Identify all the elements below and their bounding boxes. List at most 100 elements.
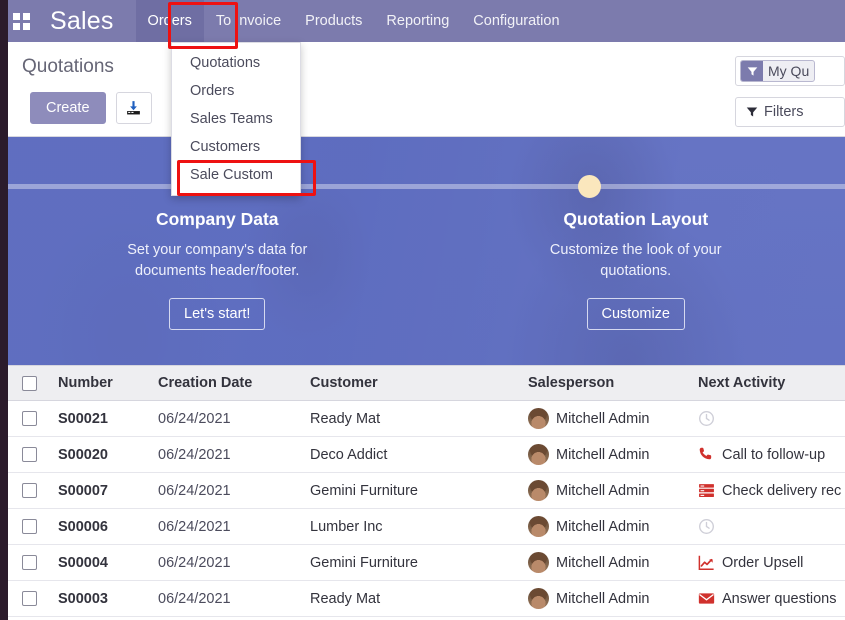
cell-creation-date: 06/24/2021: [150, 616, 302, 620]
apps-grid-icon: [12, 12, 30, 30]
cell-next-activity: [690, 400, 845, 437]
dropdown-item-quotations[interactable]: Quotations: [172, 49, 300, 77]
row-checkbox[interactable]: [22, 591, 37, 607]
column-header-customer[interactable]: Customer: [302, 365, 520, 401]
step-title: Company Data: [155, 209, 279, 229]
cell-salesperson: Mitchell Admin: [520, 580, 690, 617]
cell-customer: Lumber Inc: [302, 508, 520, 545]
activity-label: Answer questions: [722, 590, 837, 607]
filters-button[interactable]: Filters: [735, 97, 845, 127]
cell-next-activity: [690, 508, 845, 545]
navbar-item-orders[interactable]: Orders: [135, 0, 204, 42]
cell-creation-date: 06/24/2021: [150, 544, 302, 581]
cell-next-activity: Check delivery rec: [690, 472, 845, 509]
column-header-next-activity[interactable]: Next Activity: [690, 365, 845, 401]
avatar: [528, 408, 549, 429]
lets-start-button[interactable]: Let's start!: [169, 298, 266, 330]
clock-icon: [699, 519, 714, 534]
cell-salesperson: Mitchell Admin: [520, 508, 690, 545]
cell-number: S00007: [50, 472, 150, 509]
row-select-cell: [8, 616, 50, 620]
avatar: [528, 552, 549, 573]
table-body: S00021 06/24/2021 Ready Mat Mitchell Admin S…: [8, 400, 845, 620]
navbar-item-to-invoice[interactable]: To Invoice: [204, 0, 293, 42]
cell-customer: Gemini Furniture: [302, 472, 520, 509]
table-row[interactable]: S00006 06/24/2021 Lumber Inc Mitchell Admin: [8, 508, 845, 545]
cell-next-activity: [690, 616, 845, 620]
row-select-cell: [8, 580, 50, 617]
activity[interactable]: Order Upsell: [698, 554, 837, 571]
row-checkbox[interactable]: [22, 483, 37, 499]
onboarding-progress-dot[interactable]: [578, 175, 601, 198]
cell-number: S00004: [50, 544, 150, 581]
onboarding-banner: Company Data Set your company's data for…: [8, 137, 845, 365]
navbar-item-products[interactable]: Products: [293, 0, 374, 42]
onboarding-step-company-data: Company Data Set your company's data for…: [8, 209, 427, 330]
cell-number: S00021: [50, 400, 150, 437]
cell-salesperson: Mitchell Admin: [520, 544, 690, 581]
table-row[interactable]: S00020 06/24/2021 Deco Addict Mitchell Admi…: [8, 436, 845, 473]
row-checkbox[interactable]: [22, 411, 37, 427]
row-select-cell: [8, 544, 50, 581]
row-select-cell: [8, 436, 50, 473]
cell-next-activity: Call to follow-up: [690, 436, 845, 473]
top-navbar: Sales Orders To Invoice Products Reporti…: [0, 0, 845, 42]
server-icon: [699, 484, 714, 497]
avatar: [528, 444, 549, 465]
table-row[interactable]: S00007 06/24/2021 Gemini Furniture Mitchell…: [8, 472, 845, 509]
control-panel-buttons: Create: [30, 92, 152, 124]
column-header-number[interactable]: Number: [50, 365, 150, 401]
table-row[interactable]: S00004 06/24/2021 Gemini Furniture Mitchell…: [8, 544, 845, 581]
navbar-item-configuration[interactable]: Configuration: [461, 0, 571, 42]
step-description: Customize the look of your quotations.: [549, 242, 722, 279]
activity-label: Order Upsell: [722, 554, 804, 571]
column-header-salesperson[interactable]: Salesperson: [520, 365, 690, 401]
row-checkbox[interactable]: [22, 555, 37, 571]
cell-salesperson: Mitchell Admin: [520, 400, 690, 437]
table-row[interactable]: S0001906/24/2021YourCompany, Joel Willis…: [8, 616, 845, 620]
create-button[interactable]: Create: [30, 92, 106, 124]
activity[interactable]: Check delivery rec: [698, 482, 841, 499]
control-panel: Quotations Create My Qu Filters: [8, 42, 845, 137]
activity[interactable]: [698, 518, 837, 535]
table-header: Number Creation Date Customer Salesperso…: [8, 365, 845, 401]
search-facet-my-quotations[interactable]: My Qu: [740, 60, 816, 82]
salesperson-name: Mitchell Admin: [556, 590, 650, 607]
search-input[interactable]: My Qu: [735, 56, 845, 86]
activity[interactable]: [698, 410, 837, 427]
column-header-creation-date[interactable]: Creation Date: [150, 365, 302, 401]
cell-next-activity: Answer questions: [690, 580, 845, 617]
avatar: [528, 588, 549, 609]
cell-creation-date: 06/24/2021: [150, 436, 302, 473]
dropdown-item-orders[interactable]: Orders: [172, 77, 300, 105]
chart-line-icon: [698, 555, 714, 571]
table-header-row: Number Creation Date Customer Salesperso…: [8, 365, 845, 401]
table-row[interactable]: S00003 06/24/2021 Ready Mat Mitchell Admin A…: [8, 580, 845, 617]
navbar-item-reporting[interactable]: Reporting: [374, 0, 461, 42]
phone-icon: [699, 447, 712, 460]
dropdown-item-customers[interactable]: Customers: [172, 133, 300, 161]
cell-next-activity: Order Upsell: [690, 544, 845, 581]
navbar-menu: Orders To Invoice Products Reporting Con…: [135, 0, 572, 42]
activity[interactable]: Call to follow-up: [698, 446, 837, 463]
avatar: [528, 516, 549, 537]
customize-button[interactable]: Customize: [586, 298, 685, 330]
onboarding-step-quotation-layout: Quotation Layout Customize the look of y…: [427, 209, 845, 330]
row-checkbox[interactable]: [22, 519, 37, 535]
step-description: Set your company's data for documents he…: [127, 242, 308, 279]
table-row[interactable]: S00021 06/24/2021 Ready Mat Mitchell Admin: [8, 400, 845, 437]
row-checkbox[interactable]: [22, 447, 37, 463]
envelope-icon: [698, 593, 715, 604]
import-button[interactable]: [115, 92, 152, 124]
dropdown-item-sale-custom[interactable]: Sale Custom: [172, 161, 300, 189]
cell-customer: Deco Addict: [302, 436, 520, 473]
cell-salesperson: Mitchell Admin: [520, 472, 690, 509]
salesperson-name: Mitchell Admin: [556, 446, 650, 463]
filter-icon: [741, 61, 763, 81]
activity[interactable]: Answer questions: [698, 590, 837, 607]
select-all-checkbox[interactable]: [22, 375, 37, 391]
dropdown-item-sales-teams[interactable]: Sales Teams: [172, 105, 300, 133]
import-upload-icon: [127, 100, 140, 114]
cell-customer: YourCompany, Joel Willis: [302, 616, 520, 620]
cell-salesperson: Mitchell Admin: [520, 616, 690, 620]
